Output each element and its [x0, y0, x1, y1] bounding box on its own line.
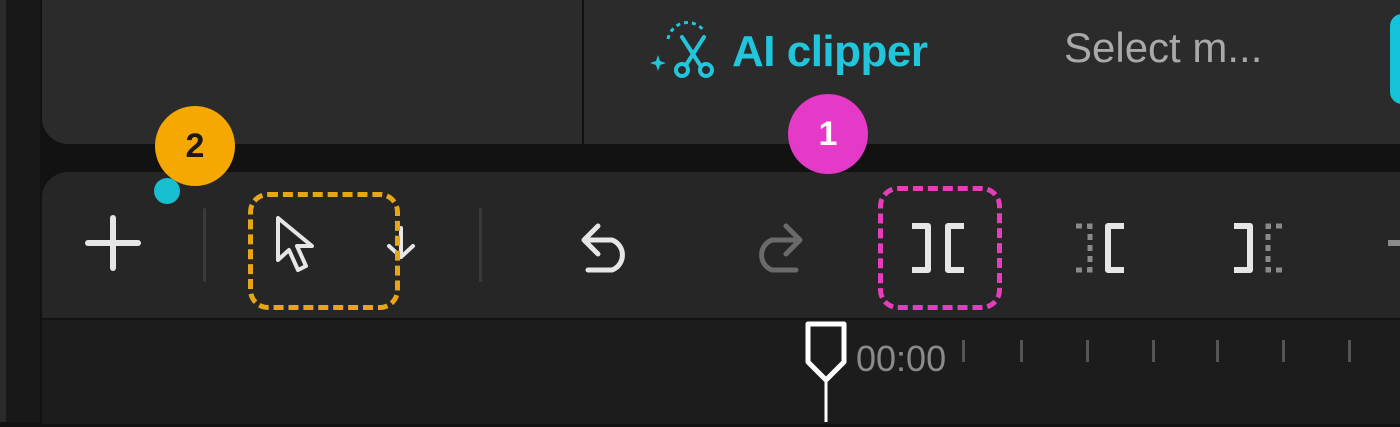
media-panel [42, 0, 582, 144]
notification-dot [154, 178, 180, 204]
redo-button[interactable] [742, 218, 806, 274]
timecode-label: 00:00 [856, 338, 947, 379]
ruler-tick [1152, 340, 1155, 362]
split-tool-highlight [878, 186, 1002, 310]
step-badge-1: 1 [788, 94, 868, 174]
overflow-tool-icon[interactable] [1388, 240, 1400, 246]
undo-button[interactable] [578, 218, 642, 274]
ai-clipper-icon [648, 19, 718, 86]
window-edge [0, 0, 6, 422]
left-rail [0, 0, 40, 422]
plus-icon [85, 215, 141, 271]
redo-icon [759, 223, 803, 273]
split-right-button[interactable] [1230, 220, 1286, 276]
split-right-icon [1234, 223, 1282, 273]
ruler-tick [1216, 340, 1219, 362]
step-badge-2: 2 [155, 106, 235, 186]
playhead-icon [805, 321, 847, 422]
ai-clipper-button[interactable]: AI clipper [648, 20, 928, 82]
ruler-tick [1282, 340, 1285, 362]
playhead[interactable] [803, 318, 849, 422]
ai-clipper-label: AI clipper [732, 27, 928, 76]
export-button[interactable] [1390, 14, 1400, 104]
ruler-tick [962, 340, 965, 362]
select-media-button[interactable]: Select m... [1064, 24, 1262, 72]
timeline-ruler[interactable] [42, 318, 1400, 424]
undo-icon [581, 223, 625, 273]
timeline-toolbar [42, 172, 1400, 318]
split-left-icon [1076, 223, 1124, 273]
add-track-button[interactable] [84, 214, 142, 272]
ruler-tick [1020, 340, 1023, 362]
ruler-tick [1348, 340, 1351, 362]
select-tool-highlight [248, 192, 400, 310]
split-left-button[interactable] [1072, 220, 1128, 276]
ruler-tick [1086, 340, 1089, 362]
toolbar-separator [479, 208, 482, 282]
toolbar-separator [203, 208, 206, 282]
